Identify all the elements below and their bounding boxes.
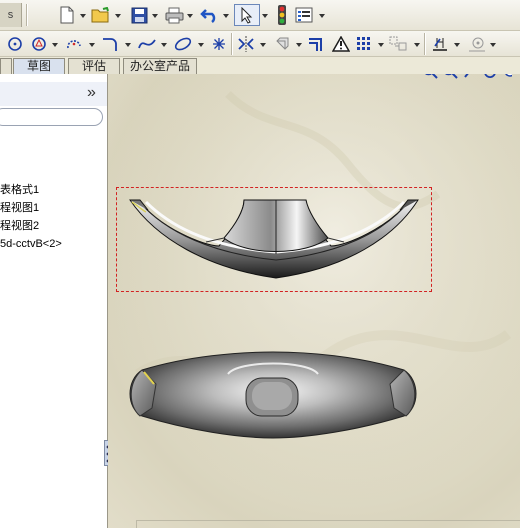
graphics-area[interactable] — [108, 74, 520, 528]
save-dropdown[interactable] — [151, 11, 158, 21]
select-dropdown[interactable] — [261, 11, 268, 21]
arc-dropdown[interactable] — [88, 40, 95, 50]
filter-input[interactable] — [0, 108, 103, 126]
block-icon[interactable] — [388, 33, 410, 55]
dimension-icon[interactable] — [429, 33, 451, 55]
snap-dropdown[interactable] — [489, 40, 496, 50]
ellipse-icon[interactable] — [172, 33, 194, 55]
offset-icon[interactable] — [272, 33, 292, 55]
spline-icon[interactable] — [136, 33, 158, 55]
zoom-area-icon[interactable] — [442, 74, 458, 82]
options-list-icon[interactable] — [293, 4, 315, 26]
mirror-dropdown[interactable] — [259, 40, 266, 50]
grid-icon[interactable] — [354, 33, 374, 55]
trim-icon[interactable] — [306, 33, 326, 55]
toolbar-separator — [26, 4, 28, 26]
new-doc-icon[interactable] — [56, 4, 78, 26]
print-dropdown[interactable] — [186, 11, 193, 21]
rotate-icon[interactable] — [482, 74, 498, 82]
block-dropdown[interactable] — [413, 40, 420, 50]
arc-icon[interactable] — [64, 33, 84, 55]
undo-dropdown[interactable] — [222, 11, 229, 21]
panel-header: » — [0, 82, 107, 106]
open-folder-icon[interactable] — [90, 4, 112, 26]
fillet-dropdown[interactable] — [124, 40, 131, 50]
circle-dropdown[interactable] — [51, 40, 58, 50]
new-doc-dropdown[interactable] — [79, 11, 86, 21]
selected-view-frame[interactable] — [116, 187, 432, 292]
print-icon[interactable] — [163, 4, 185, 26]
tree-item-drawing-view-1[interactable]: 程视图1 — [0, 200, 39, 216]
standard-toolbar: s — [0, 0, 520, 31]
tree-item-part-reference[interactable]: 5d-cctvB<2> — [0, 236, 62, 252]
previous-view-icon[interactable] — [462, 74, 478, 82]
sketch-toolbar — [0, 31, 520, 57]
feature-manager-panel: » 表格式1 程视图1 程视图2 5d-cctvB<2> — [0, 74, 114, 528]
traffic-light-icon[interactable] — [274, 4, 290, 26]
tab-evaluate[interactable]: 评估 — [68, 58, 120, 74]
toolbar-separator — [424, 33, 426, 55]
mirror-icon[interactable] — [236, 33, 256, 55]
tab-office-products[interactable]: 办公室产品 — [123, 58, 197, 74]
drawing-view-2-shape[interactable] — [128, 350, 418, 440]
view-toolbar — [422, 74, 515, 82]
ellipse-dropdown[interactable] — [197, 40, 204, 50]
app-label: s — [0, 3, 22, 27]
tab-sketch[interactable]: 草图 — [13, 58, 65, 74]
warning-icon[interactable] — [331, 33, 351, 55]
undo-icon[interactable] — [199, 4, 221, 26]
collapse-chevron-icon[interactable]: » — [87, 83, 96, 103]
tree-item-drawing-view-2[interactable]: 程视图2 — [0, 218, 39, 234]
command-manager-tabs: 草图 评估 办公室产品 — [0, 57, 520, 74]
open-dropdown[interactable] — [114, 11, 121, 21]
background-texture — [108, 74, 520, 528]
save-icon[interactable] — [128, 4, 150, 26]
tab-hidden[interactable] — [0, 58, 12, 74]
fillet-icon[interactable] — [100, 33, 120, 55]
polygon-circle-icon[interactable] — [30, 33, 48, 55]
dimension-dropdown[interactable] — [453, 40, 460, 50]
circle-icon[interactable] — [6, 33, 24, 55]
zoom-fit-icon[interactable] — [422, 74, 438, 82]
spline-dropdown[interactable] — [160, 40, 167, 50]
grid-dropdown[interactable] — [377, 40, 384, 50]
toolbar-separator — [231, 33, 233, 55]
options-dropdown[interactable] — [318, 11, 325, 21]
tree-item-sheet-format[interactable]: 表格式1 — [0, 182, 39, 198]
select-pointer-icon[interactable] — [234, 4, 260, 26]
sheet-border — [136, 520, 520, 528]
offset-dropdown[interactable] — [295, 40, 302, 50]
point-icon[interactable] — [210, 33, 228, 55]
snap-icon[interactable] — [466, 33, 488, 55]
pan-icon[interactable] — [502, 74, 515, 82]
